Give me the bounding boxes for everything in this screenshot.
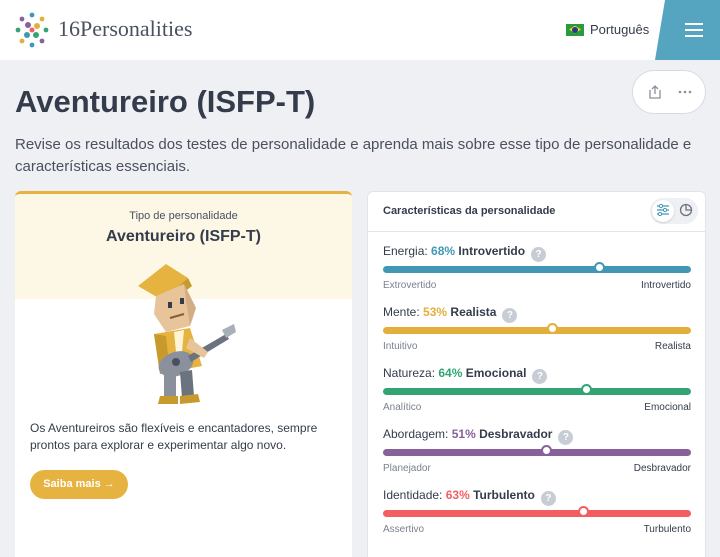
trait-bar bbox=[383, 388, 691, 395]
trait-row: Mente: 53% Realista? Intuitivo Realista bbox=[383, 305, 691, 361]
traits-title: Características da personalidade bbox=[383, 205, 556, 217]
trait-left-pole: Planejador bbox=[383, 463, 431, 474]
personality-type-card: Tipo de personalidade Aventureiro (ISFP-… bbox=[15, 191, 352, 557]
trait-label: Natureza: 64% Emocional? bbox=[383, 366, 548, 384]
trait-right-pole: Introvertido bbox=[640, 280, 691, 291]
trait-percentage: 68% bbox=[431, 244, 456, 258]
traits-card-header: Características da personalidade bbox=[368, 192, 705, 232]
brand-name[interactable]: 16Personalities bbox=[58, 16, 192, 42]
trait-bar bbox=[383, 510, 691, 517]
trait-dominant-side: Emocional bbox=[465, 366, 527, 380]
hamburger-menu-icon bbox=[685, 23, 703, 25]
trait-left-pole: Extrovertido bbox=[383, 280, 437, 291]
type-name: Aventureiro (ISFP-T) bbox=[106, 228, 261, 245]
trait-name: Mente: bbox=[383, 305, 420, 319]
more-dots-icon[interactable] bbox=[677, 84, 693, 100]
question-icon[interactable]: ? bbox=[540, 491, 556, 506]
trait-bar bbox=[383, 327, 691, 334]
trait-percentage: 51% bbox=[451, 427, 476, 441]
trait-dominant-side: Desbravador bbox=[479, 427, 553, 441]
trait-right-pole: Emocional bbox=[644, 402, 691, 413]
trait-knob bbox=[593, 262, 605, 273]
trait-row: Energia: 68% Introvertido? Extrovertido In… bbox=[383, 244, 691, 300]
page-subtitle: Revise os resultados dos testes de perso… bbox=[15, 136, 692, 175]
question-icon[interactable]: ? bbox=[532, 369, 548, 384]
trait-left-pole: Analítico bbox=[383, 402, 422, 413]
trait-name: Identidade: bbox=[383, 488, 443, 502]
question-icon[interactable]: ? bbox=[531, 247, 547, 262]
trait-dominant-side: Turbulento bbox=[473, 488, 535, 502]
trait-row: Natureza: 64% Emocional? Analítico Emocion… bbox=[383, 366, 691, 422]
learn-more-button[interactable]: Saiba mais → bbox=[30, 470, 128, 499]
trait-name: Energia: bbox=[383, 244, 428, 258]
trait-percentage: 53% bbox=[423, 305, 448, 319]
sliders-icon[interactable] bbox=[656, 203, 670, 217]
share-icon[interactable] bbox=[647, 84, 663, 100]
trait-left-pole: Intuitivo bbox=[383, 341, 418, 352]
trait-name: Natureza: bbox=[383, 366, 436, 380]
question-icon[interactable]: ? bbox=[502, 308, 518, 323]
personality-traits-card: Características da personalidade Energia… bbox=[367, 191, 706, 557]
logo-icon[interactable] bbox=[13, 11, 51, 49]
trait-label: Energia: 68% Introvertido? bbox=[383, 244, 547, 262]
trait-right-pole: Realista bbox=[654, 341, 691, 352]
page-actions bbox=[632, 70, 706, 114]
hamburger-menu-button[interactable] bbox=[655, 0, 720, 60]
trait-dominant-side: Introvertido bbox=[458, 244, 526, 258]
trait-row: Abordagem: 51% Desbravador? Planejador Des… bbox=[383, 427, 691, 483]
language-selector[interactable]: Português bbox=[566, 22, 649, 37]
language-label: Português bbox=[590, 22, 650, 37]
trait-dominant-side: Realista bbox=[450, 305, 497, 319]
top-navigation-bar: 16Personalities Português bbox=[0, 0, 720, 60]
page-title: Aventureiro (ISFP-T) bbox=[15, 84, 316, 119]
brazil-flag-icon bbox=[566, 23, 584, 36]
view-toggle[interactable] bbox=[650, 198, 698, 224]
type-description: Os Aventureiros são flexíveis e encantad… bbox=[30, 421, 318, 452]
trait-row: Identidade: 63% Turbulento? Assertivo Turb… bbox=[383, 488, 691, 544]
type-label: Tipo de personalidade bbox=[129, 210, 238, 222]
trait-right-pole: Turbulento bbox=[643, 524, 691, 535]
trait-name: Abordagem: bbox=[383, 427, 449, 441]
hamburger-line bbox=[685, 29, 703, 31]
trait-bar bbox=[383, 449, 691, 456]
trait-right-pole: Desbravador bbox=[633, 463, 691, 474]
hamburger-line bbox=[685, 35, 703, 37]
trait-label: Abordagem: 51% Desbravador? bbox=[383, 427, 574, 445]
trait-bar bbox=[383, 266, 691, 273]
trait-left-pole: Assertivo bbox=[383, 524, 425, 535]
adventurer-avatar-illustration bbox=[138, 264, 236, 404]
pie-chart-icon[interactable] bbox=[679, 203, 693, 217]
trait-percentage: 64% bbox=[438, 366, 463, 380]
trait-percentage: 63% bbox=[445, 488, 470, 502]
question-icon[interactable]: ? bbox=[558, 430, 574, 445]
trait-label: Identidade: 63% Turbulento? bbox=[383, 488, 556, 506]
trait-label: Mente: 53% Realista? bbox=[383, 305, 518, 323]
